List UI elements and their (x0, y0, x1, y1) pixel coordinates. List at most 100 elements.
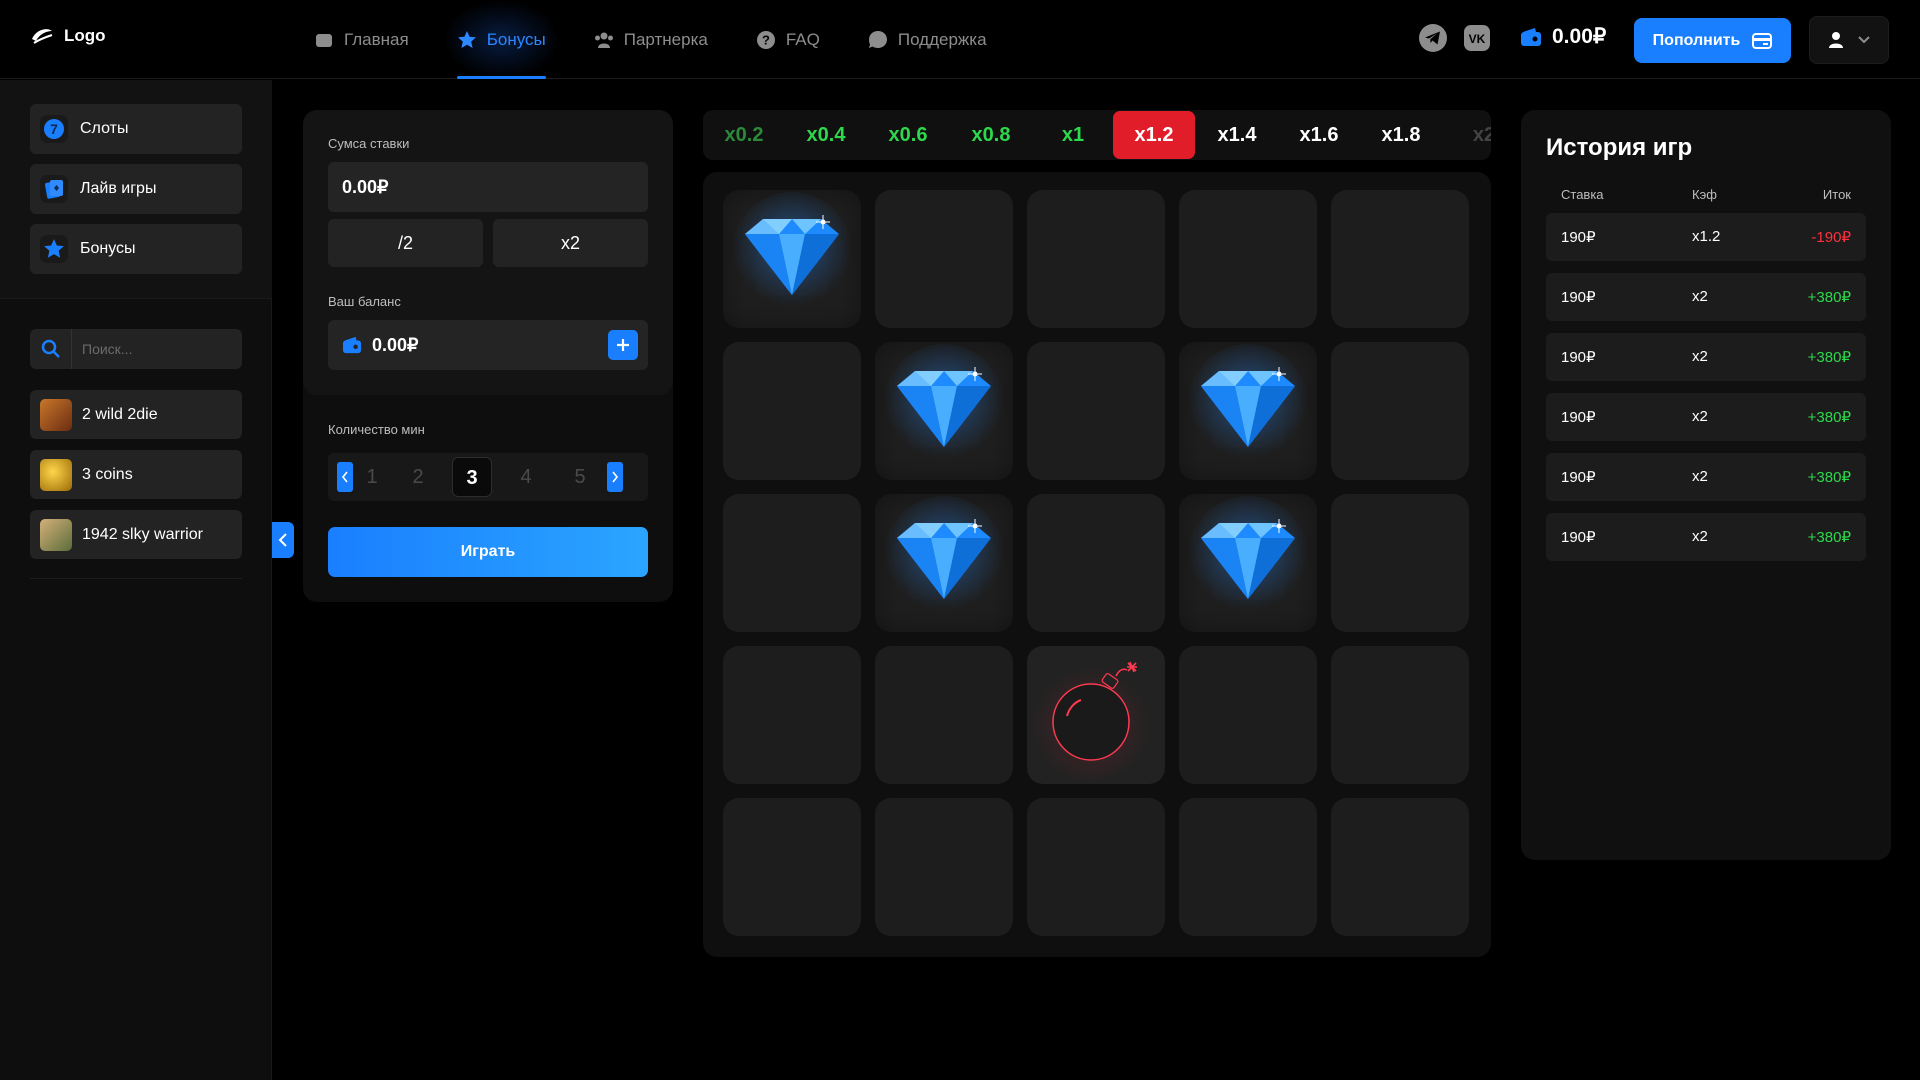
board-cell[interactable] (1027, 798, 1165, 936)
history-row: 190₽ x2 +380₽ (1546, 513, 1866, 561)
sidebar-item-live[interactable]: Лайв игры (30, 164, 242, 214)
half-bet-button[interactable]: /2 (328, 219, 483, 267)
board-cell[interactable] (723, 798, 861, 936)
board-cell[interactable] (1331, 342, 1469, 480)
multiplier-item: x1.4 (1217, 123, 1257, 146)
multiplier-item: x1 (1061, 123, 1085, 146)
history-coef: x2 (1692, 348, 1708, 365)
nav-home-label: Главная (344, 29, 409, 49)
bomb-icon (1031, 660, 1151, 780)
add-balance-button[interactable] (608, 330, 638, 360)
board-cell[interactable] (723, 342, 861, 480)
nav-home[interactable]: Главная (290, 0, 433, 79)
main-nav: Главная Бонусы Партнерка ? FAQ Поддержка (290, 0, 1011, 79)
board-cell[interactable] (875, 190, 1013, 328)
history-bet: 190₽ (1561, 349, 1596, 366)
history-bet: 190₽ (1561, 469, 1596, 486)
nav-partners-label: Партнерка (623, 29, 708, 49)
logo[interactable]: Logo (30, 26, 106, 46)
history-row: 190₽ x2 +380₽ (1546, 453, 1866, 501)
history-result: -190₽ (1811, 229, 1851, 246)
board-cell[interactable] (1331, 646, 1469, 784)
nav-partners[interactable]: Партнерка (570, 0, 732, 79)
history-coef: x2 (1692, 528, 1708, 545)
mines-next-button[interactable] (607, 462, 623, 492)
diamond-icon (1188, 344, 1308, 464)
diamond-icon (732, 192, 852, 312)
mines-option[interactable]: 2 (391, 466, 445, 489)
search-input[interactable] (72, 341, 232, 357)
home-icon (314, 30, 334, 50)
mines-prev-button[interactable] (337, 462, 353, 492)
sidebar-collapse-button[interactable] (272, 522, 294, 558)
topup-button[interactable]: Пополнить (1634, 18, 1791, 63)
sidebar-divider (30, 578, 242, 579)
board-cell[interactable] (1331, 494, 1469, 632)
history-bet: 190₽ (1561, 529, 1596, 546)
mines-option[interactable]: 5 (553, 466, 607, 489)
header-balance-value: 0.00₽ (1552, 25, 1607, 48)
sidebar-item-label: Бонусы (80, 240, 136, 257)
mines-option[interactable]: 1 (353, 466, 391, 489)
multiplier-item: x0.6 (888, 123, 928, 146)
vk-icon[interactable]: VK (1462, 23, 1492, 53)
history-bet: 190₽ (1561, 229, 1596, 246)
board-cell-bomb[interactable] (1027, 646, 1165, 784)
diamond-icon (884, 496, 1004, 616)
board-cell[interactable] (1179, 798, 1317, 936)
board-cell-gem[interactable] (1179, 494, 1317, 632)
star-icon (40, 235, 68, 263)
multiplier-item: x0.2 (724, 123, 764, 146)
wallet-icon (1521, 27, 1541, 46)
bet-amount-value: 0.00₽ (342, 176, 389, 197)
board-cell[interactable] (875, 646, 1013, 784)
board-cell-gem[interactable] (1179, 342, 1317, 480)
sidebar: 7 Слоты Лайв игры Бонусы 2 wild 2die 3 c… (0, 80, 272, 1080)
history-bet: 190₽ (1561, 289, 1596, 306)
board-cell[interactable] (1179, 190, 1317, 328)
game-item-2wild2die[interactable]: 2 wild 2die (30, 390, 242, 439)
double-bet-button[interactable]: x2 (493, 219, 648, 267)
multiplier-item: x0.4 (806, 123, 846, 146)
nav-faq[interactable]: ? FAQ (732, 0, 844, 79)
board-cell[interactable] (1179, 646, 1317, 784)
balance-value: 0.00₽ (372, 334, 419, 355)
bet-amount-field[interactable]: 0.00₽ (328, 162, 648, 212)
telegram-icon[interactable] (1418, 23, 1448, 53)
board-cell-gem[interactable] (723, 190, 861, 328)
sidebar-item-label: Слоты (80, 120, 129, 137)
history-row: 190₽ x1.2 -190₽ (1546, 213, 1866, 261)
multiplier-item: x1.6 (1299, 123, 1339, 146)
nav-bonuses[interactable]: Бонусы (433, 0, 570, 79)
user-menu[interactable] (1809, 16, 1889, 64)
search-icon[interactable] (30, 329, 72, 369)
mines-option-selected[interactable]: 3 (452, 457, 492, 497)
board-cell-gem[interactable] (875, 494, 1013, 632)
chevron-right-icon (612, 471, 619, 483)
sidebar-item-slots[interactable]: 7 Слоты (30, 104, 242, 154)
board-cell[interactable] (723, 494, 861, 632)
board-cell[interactable] (1331, 798, 1469, 936)
board-cell[interactable] (875, 798, 1013, 936)
svg-text:?: ? (762, 32, 770, 47)
play-button[interactable]: Играть (328, 527, 648, 577)
plus-icon (617, 339, 629, 351)
board-cell[interactable] (723, 646, 861, 784)
nav-support[interactable]: Поддержка (844, 0, 1011, 79)
mines-option[interactable]: 4 (499, 466, 553, 489)
sidebar-item-bonuses[interactable]: Бонусы (30, 224, 242, 274)
sidebar-item-label: Лайв игры (80, 180, 157, 197)
game-item-label: 2 wild 2die (82, 405, 158, 423)
game-item-3coins[interactable]: 3 coins (30, 450, 242, 499)
history-bet: 190₽ (1561, 409, 1596, 426)
partners-icon (594, 30, 614, 50)
star-icon (457, 30, 477, 50)
game-item-1942[interactable]: 1942 slky warrior (30, 510, 242, 559)
board-cell[interactable] (1027, 494, 1165, 632)
board-cell[interactable] (1027, 190, 1165, 328)
nav-bonuses-label: Бонусы (486, 29, 546, 49)
board-cell[interactable] (1027, 342, 1165, 480)
board-cell[interactable] (1331, 190, 1469, 328)
chevron-down-icon (1858, 36, 1870, 44)
board-cell-gem[interactable] (875, 342, 1013, 480)
